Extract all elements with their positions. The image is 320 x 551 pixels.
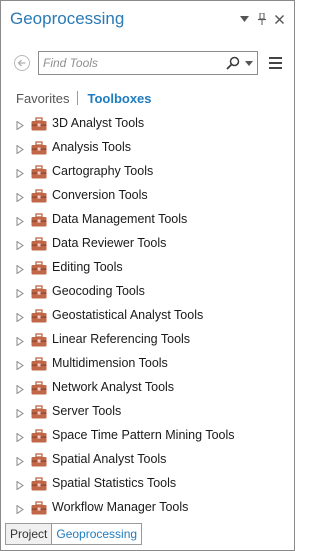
- toolbox-row[interactable]: 3D Analyst Tools: [1, 113, 294, 137]
- toolbox-row[interactable]: Geostatistical Analyst Tools: [1, 305, 294, 329]
- expand-arrow-icon[interactable]: [16, 289, 24, 298]
- bottom-tab-project[interactable]: Project: [5, 523, 53, 545]
- search-options-dropdown[interactable]: [243, 56, 255, 70]
- toolbox-icon: [31, 189, 47, 203]
- toolbox-icon: [31, 141, 47, 155]
- tab-favorites[interactable]: Favorites: [16, 91, 69, 106]
- toolbox-icon: [31, 429, 47, 443]
- toolbox-icon: [31, 237, 47, 251]
- toolbox-row[interactable]: Workflow Manager Tools: [1, 497, 294, 521]
- toolbox-label: Workflow Manager Tools: [52, 500, 189, 514]
- menu-icon: [269, 57, 282, 59]
- toolbox-label: Data Management Tools: [52, 212, 188, 226]
- expand-arrow-icon[interactable]: [16, 385, 24, 394]
- toolbox-icon: [31, 501, 47, 515]
- toolbox-label: Cartography Tools: [52, 164, 154, 178]
- bottom-tab-strip: Project Geoprocessing: [5, 523, 143, 545]
- toolbox-label: Linear Referencing Tools: [52, 332, 191, 346]
- toolbox-label: Analysis Tools: [52, 140, 131, 154]
- toolbox-label: Space Time Pattern Mining Tools: [52, 428, 235, 442]
- toolbox-row[interactable]: Network Analyst Tools: [1, 377, 294, 401]
- bottom-tab-geoprocessing[interactable]: Geoprocessing: [52, 523, 143, 545]
- toolbox-icon: [31, 381, 47, 395]
- toolbox-icon: [31, 405, 47, 419]
- close-button[interactable]: [272, 12, 286, 26]
- expand-arrow-icon[interactable]: [16, 217, 24, 226]
- tab-toolboxes[interactable]: Toolboxes: [87, 91, 151, 106]
- back-arrow-icon: [17, 59, 26, 67]
- chevron-down-icon: [239, 16, 249, 22]
- search-box: [38, 51, 258, 75]
- close-icon: [274, 14, 284, 24]
- expand-arrow-icon[interactable]: [16, 409, 24, 418]
- toolbox-row[interactable]: Editing Tools: [1, 257, 294, 281]
- tab-divider: [77, 91, 79, 105]
- pane-titlebar: Geoprocessing: [1, 1, 294, 37]
- pane-options-dropdown[interactable]: [237, 12, 251, 26]
- toolbox-label: Multidimension Tools: [52, 356, 168, 370]
- toolbox-icon: [31, 477, 47, 491]
- toolbox-row[interactable]: Geocoding Tools: [1, 281, 294, 305]
- toolbox-icon: [31, 261, 47, 275]
- pin-icon: [258, 13, 266, 25]
- toolbox-label: Spatial Analyst Tools: [52, 452, 167, 466]
- expand-arrow-icon[interactable]: [16, 481, 24, 490]
- toolbox-label: Geocoding Tools: [52, 284, 145, 298]
- toolbox-row[interactable]: Space Time Pattern Mining Tools: [1, 425, 294, 449]
- toolbox-row[interactable]: Spatial Statistics Tools: [1, 473, 294, 497]
- search-row: [1, 51, 294, 77]
- pane-title: Geoprocessing: [10, 9, 125, 28]
- chevron-down-icon: [245, 60, 253, 66]
- search-input[interactable]: [43, 54, 221, 72]
- toolbox-icon: [31, 453, 47, 467]
- toolbox-icon: [31, 333, 47, 347]
- toolbox-icon: [31, 357, 47, 371]
- toolbox-row[interactable]: Multidimension Tools: [1, 353, 294, 377]
- toolbox-label: Geostatistical Analyst Tools: [52, 308, 204, 322]
- toolbox-label: Network Analyst Tools: [52, 380, 175, 394]
- expand-arrow-icon[interactable]: [16, 361, 24, 370]
- toolbox-row[interactable]: Data Reviewer Tools: [1, 233, 294, 257]
- expand-arrow-icon[interactable]: [16, 121, 24, 130]
- toolbox-label: Editing Tools: [52, 260, 123, 274]
- toolbox-icon: [31, 309, 47, 323]
- expand-arrow-icon[interactable]: [16, 433, 24, 442]
- expand-arrow-icon[interactable]: [16, 313, 24, 322]
- view-tabs: Favorites Toolboxes: [16, 89, 152, 107]
- toolbox-icon: [31, 285, 47, 299]
- toolbox-icon: [31, 213, 47, 227]
- toolbox-label: Spatial Statistics Tools: [52, 476, 177, 490]
- expand-arrow-icon[interactable]: [16, 241, 24, 250]
- expand-arrow-icon[interactable]: [16, 145, 24, 154]
- toolbox-row[interactable]: Cartography Tools: [1, 161, 294, 185]
- expand-arrow-icon[interactable]: [16, 337, 24, 346]
- toolbox-icon: [31, 117, 47, 131]
- toolbox-row[interactable]: Data Management Tools: [1, 209, 294, 233]
- toolbox-label: Data Reviewer Tools: [52, 236, 167, 250]
- toolbox-row[interactable]: Conversion Tools: [1, 185, 294, 209]
- toolbox-row[interactable]: Analysis Tools: [1, 137, 294, 161]
- toolbox-label: Conversion Tools: [52, 188, 148, 202]
- search-icon[interactable]: [226, 56, 240, 70]
- toolbox-label: Server Tools: [52, 404, 122, 418]
- pin-button[interactable]: [255, 12, 269, 26]
- toolbox-row[interactable]: Server Tools: [1, 401, 294, 425]
- toolbox-label: 3D Analyst Tools: [52, 116, 145, 130]
- expand-arrow-icon[interactable]: [16, 169, 24, 178]
- expand-arrow-icon[interactable]: [16, 457, 24, 466]
- geoprocessing-pane: Geoprocessing Find Tools Favorites Toolb…: [0, 0, 295, 551]
- expand-arrow-icon[interactable]: [16, 265, 24, 274]
- back-button[interactable]: [14, 55, 30, 71]
- menu-button[interactable]: [269, 56, 282, 70]
- expand-arrow-icon[interactable]: [16, 193, 24, 202]
- toolbox-icon: [31, 165, 47, 179]
- toolbox-list: 3D Analyst Tools Analysis Tools Cartograph…: [1, 113, 294, 521]
- toolbox-row[interactable]: Spatial Analyst Tools: [1, 449, 294, 473]
- toolbox-row[interactable]: Linear Referencing Tools: [1, 329, 294, 353]
- expand-arrow-icon[interactable]: [16, 505, 24, 514]
